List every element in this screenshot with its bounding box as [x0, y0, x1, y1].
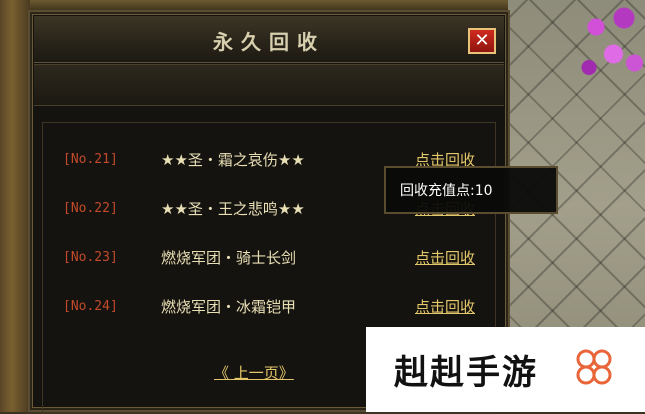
- title-bar[interactable]: 永久回收 ✕: [34, 16, 504, 63]
- tooltip-text: 回收充值点:10: [400, 183, 493, 199]
- item-number: [No.23]: [63, 249, 118, 265]
- item-name: 燃烧军团・骑士长剑: [161, 248, 297, 267]
- item-name: ★★圣・王之悲鸣★★: [161, 199, 305, 218]
- list-item: [No.24] 燃烧军团・冰霜铠甲 点击回收: [43, 292, 495, 320]
- watermark: 赳赳手游: [366, 327, 645, 412]
- item-number: [No.24]: [63, 298, 118, 314]
- item-number: [No.22]: [63, 200, 118, 216]
- list-item: [No.23] 燃烧军团・骑士长剑 点击回收: [43, 243, 495, 271]
- recycle-link[interactable]: 点击回收: [415, 296, 475, 317]
- sub-header-bar: [34, 64, 504, 106]
- close-icon: ✕: [474, 30, 490, 51]
- previous-page-link[interactable]: 《 上一页》: [214, 362, 294, 383]
- watermark-text: 赳赳手游: [394, 353, 538, 393]
- item-name: ★★圣・霜之哀伤★★: [161, 150, 305, 169]
- flower-decoration: [575, 0, 645, 90]
- recharge-points-tooltip: 回收充值点:10: [384, 166, 558, 214]
- close-button[interactable]: ✕: [468, 28, 496, 54]
- clover-logo-icon: [576, 349, 612, 385]
- recycle-link[interactable]: 点击回收: [415, 247, 475, 268]
- window-title: 永久回收: [213, 30, 325, 54]
- game-background-left: [0, 0, 30, 412]
- item-name: 燃烧军团・冰霜铠甲: [161, 297, 297, 316]
- item-number: [No.21]: [63, 151, 118, 167]
